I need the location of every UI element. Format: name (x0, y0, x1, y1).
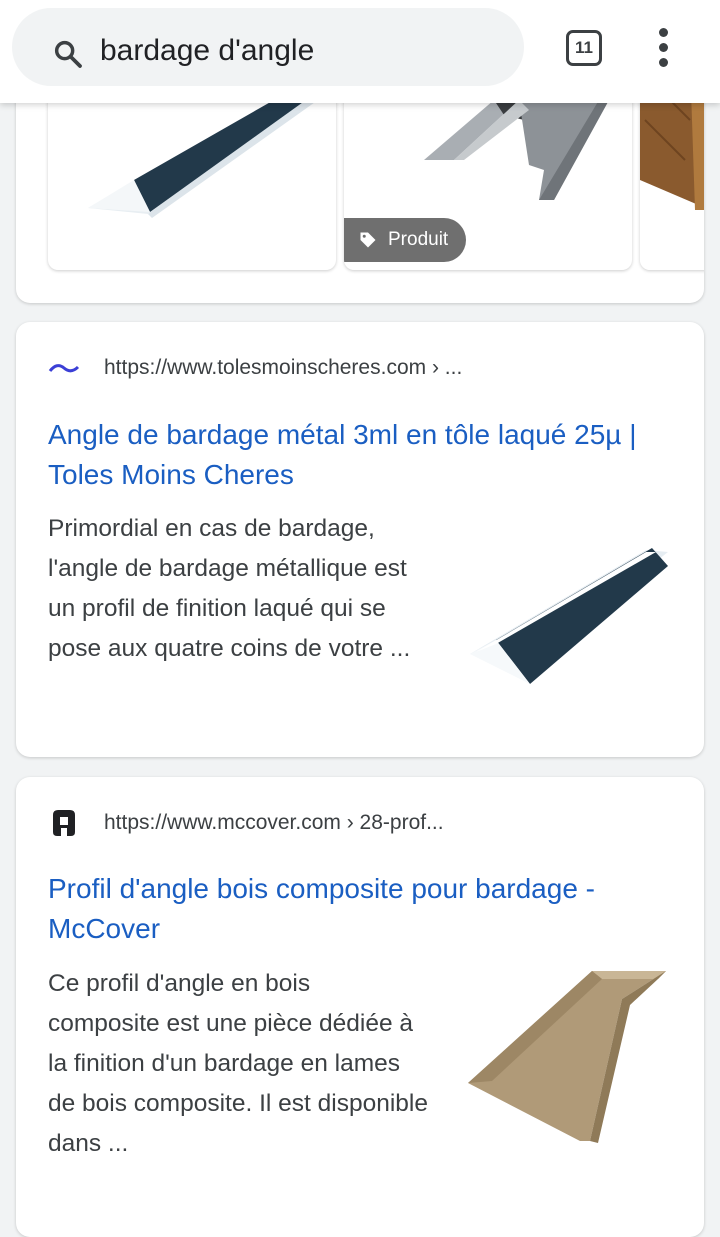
menu-dot-icon (659, 43, 668, 52)
menu-dot-icon (659, 28, 668, 37)
result-source[interactable]: https://www.mccover.com › 28-prof... (48, 807, 444, 839)
tag-icon (360, 232, 376, 248)
result-title-link[interactable]: Profil d'angle bois composite pour barda… (48, 869, 680, 949)
result-snippet: Primordial en cas de bardage, l'angle de… (48, 515, 411, 662)
search-icon (54, 40, 82, 68)
tab-count: 11 (575, 38, 593, 57)
result-title-link[interactable]: Angle de bardage métal 3ml en tôle laqué… (48, 415, 680, 495)
site-favicon-icon (53, 810, 75, 836)
search-bar[interactable]: bardage d'angle (12, 8, 524, 86)
site-favicon-icon (48, 364, 80, 373)
menu-dot-icon (659, 58, 668, 67)
result-snippet: Ce profil d'angle en bois composite est … (48, 970, 428, 1157)
search-query-text[interactable]: bardage d'angle (100, 34, 314, 68)
top-app-bar: bardage d'angle 11 (0, 0, 720, 103)
result-url: https://www.mccover.com › 28-prof... (104, 811, 444, 834)
search-result[interactable]: https://www.tolesmoinscheres.com › ... A… (16, 322, 704, 757)
search-result[interactable]: https://www.mccover.com › 28-prof... Pro… (16, 777, 704, 1237)
product-badge: Produit (344, 218, 467, 262)
tab-switcher-button[interactable]: 11 (566, 30, 602, 66)
result-thumbnail[interactable] (456, 522, 676, 702)
more-options-button[interactable] (652, 28, 676, 68)
result-source[interactable]: https://www.tolesmoinscheres.com › ... (48, 352, 462, 384)
product-badge-label: Produit (388, 229, 449, 250)
result-url: https://www.tolesmoinscheres.com › ... (104, 356, 463, 379)
result-thumbnail[interactable] (462, 965, 672, 1155)
